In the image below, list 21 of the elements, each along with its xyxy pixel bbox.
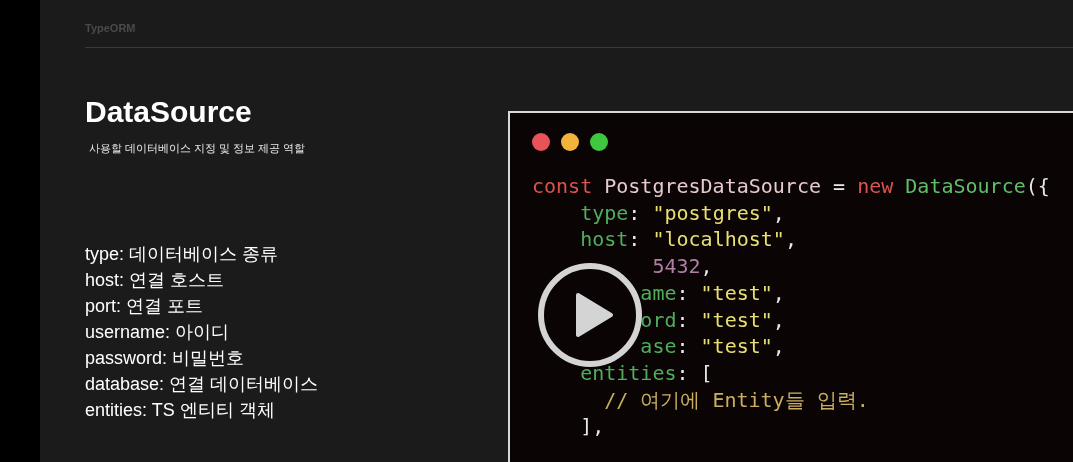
field-description: port: 연결 포트	[85, 294, 204, 318]
code-line: ase: "test",	[640, 333, 785, 360]
field-description: username: 아이디	[85, 320, 230, 344]
code-line: ],	[580, 413, 605, 441]
code-line: // 여기에 Entity들 입력.	[604, 386, 869, 414]
slide-subtitle: 사용할 데이터베이스 지정 및 정보 제공 역할	[89, 141, 306, 156]
field-description: password: 비밀번호	[85, 346, 245, 370]
code-line: const PostgresDataSource = new DataSource({	[532, 173, 1050, 200]
code-line: entities: [	[580, 359, 713, 387]
code-line: ord: "test",	[640, 306, 785, 334]
code-line: type: "postgres",	[580, 199, 785, 227]
slide-title: DataSource	[85, 94, 252, 130]
play-button[interactable]	[538, 263, 642, 367]
field-description: type: 데이터베이스 종류	[85, 242, 279, 266]
field-description: database: 연결 데이터베이스	[85, 372, 319, 396]
play-icon	[574, 292, 614, 338]
code-line: ame: "test",	[640, 279, 785, 307]
field-description: entities: TS 엔티티 객체	[85, 398, 275, 422]
code-line: 5432,	[652, 253, 713, 280]
code-line: host: "localhost",	[580, 226, 797, 254]
field-description: host: 연결 호스트	[85, 268, 225, 292]
